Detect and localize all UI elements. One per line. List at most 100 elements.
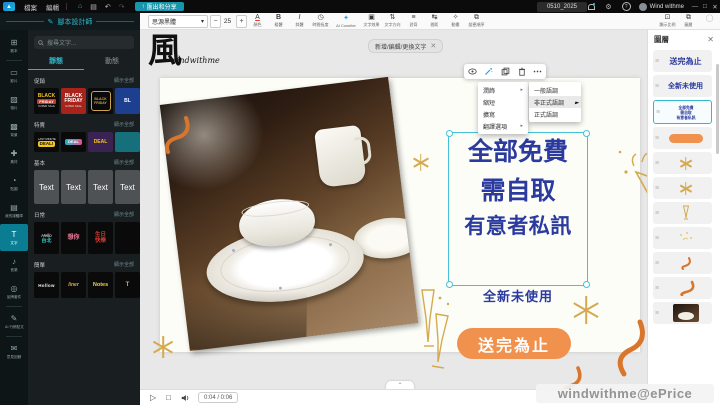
more-options-icon[interactable] xyxy=(533,70,542,73)
text-color-button[interactable]: A顏色 xyxy=(247,13,268,29)
rail-item-elements[interactable]: ✚素材 xyxy=(0,143,28,170)
template-thumb[interactable]: liner xyxy=(61,272,86,298)
template-thumb[interactable]: BLACKFRIDAYSUPER DEAL xyxy=(61,88,86,114)
ribbon-decoration[interactable] xyxy=(600,318,646,378)
show-all-link[interactable]: 顯示全部 xyxy=(114,121,134,129)
drag-handle-icon[interactable]: ≡ xyxy=(655,285,659,292)
text-effect-button[interactable]: ▣文字效果 xyxy=(361,13,382,29)
layer-item-note-text[interactable]: ≡全新未使用 xyxy=(653,75,712,97)
rail-item-stickers[interactable]: ◔貼圖 xyxy=(0,170,28,197)
animation-button[interactable]: ✧動畫 xyxy=(445,13,466,29)
display-ratio-button[interactable]: ⊡顯示比例 xyxy=(657,13,678,29)
rail-item-background[interactable]: ▩背景 xyxy=(0,116,28,143)
rail-item-video[interactable]: ▭影片 xyxy=(0,62,28,89)
drag-handle-icon[interactable]: ≡ xyxy=(656,109,660,116)
duplicate-icon[interactable] xyxy=(501,67,510,76)
layers-scrollbar[interactable] xyxy=(716,64,719,154)
italic-button[interactable]: I斜體 xyxy=(289,13,310,29)
text-direction-button[interactable]: ⇅文字方向 xyxy=(382,13,403,29)
template-thumb[interactable]: LAST MINUTEDEAL! xyxy=(34,132,59,152)
template-thumb[interactable] xyxy=(115,132,140,152)
spacing-button[interactable]: ↹間距 xyxy=(424,13,445,29)
delete-trash-icon[interactable] xyxy=(518,67,526,76)
template-thumb[interactable]: BLACKFRIDAYSUPER SALE xyxy=(34,88,59,114)
resize-handle[interactable] xyxy=(583,281,590,288)
show-all-link[interactable]: 顯示全部 xyxy=(114,159,134,167)
font-size-decrease-button[interactable]: − xyxy=(210,15,221,28)
resize-handle[interactable] xyxy=(583,130,590,137)
font-size-value[interactable]: 25 xyxy=(221,18,234,25)
menu-edit[interactable]: 編輯 xyxy=(46,2,59,12)
duration-button[interactable]: ◷時間長度 xyxy=(310,13,331,29)
document-title[interactable]: 0510_2025 xyxy=(537,2,587,12)
template-thumb[interactable]: Hollow xyxy=(34,272,59,298)
layer-item-pill-shape[interactable]: ≡ xyxy=(653,127,712,149)
close-icon[interactable]: ✕ xyxy=(430,42,436,50)
show-all-link[interactable]: 顯示全部 xyxy=(114,77,134,85)
ai-cowriter-button[interactable]: ✦AI Cowriter xyxy=(331,13,361,29)
bold-button[interactable]: B粗體 xyxy=(268,13,289,29)
drag-handle-icon[interactable]: ≡ xyxy=(655,260,659,267)
tab-animated[interactable]: 動態 xyxy=(84,56,140,70)
settings-gear-icon[interactable]: ⚙ xyxy=(605,3,611,11)
layer-item-sparkle[interactable]: ≡ xyxy=(653,177,712,199)
submenu-item-formal-tone[interactable]: 正式語調 xyxy=(529,108,581,120)
sparkle-decoration[interactable] xyxy=(412,154,429,171)
menu-item-shorten[interactable]: 縮短 xyxy=(478,96,528,108)
template-thumb[interactable]: Hello台北 xyxy=(34,222,59,254)
rail-item-templates[interactable]: ⊞範本 xyxy=(0,32,28,59)
rail-item-photo[interactable]: ▨相片 xyxy=(0,89,28,116)
template-thumb[interactable]: Text xyxy=(88,170,113,204)
menu-item-translate-options[interactable]: 翻譯選項▸ xyxy=(478,120,528,132)
menu-item-expand[interactable]: 擴寫 xyxy=(478,108,528,120)
layer-item-cta-text[interactable]: ≡送完為止 xyxy=(653,50,712,72)
stop-button[interactable]: □ xyxy=(166,393,171,402)
notifications-icon[interactable] xyxy=(588,4,594,10)
drag-handle-icon[interactable]: ≡ xyxy=(655,235,659,242)
champagne-glasses-decoration[interactable] xyxy=(410,284,454,388)
search-input[interactable]: 搜尋文字... xyxy=(34,36,134,49)
app-logo-icon[interactable]: ▲ xyxy=(3,2,15,11)
layer-item-sparkle[interactable]: ≡ xyxy=(653,152,712,174)
sparkle-decoration[interactable] xyxy=(152,336,174,358)
align-button[interactable]: ≡對齊 xyxy=(403,13,424,29)
menu-item-refine[interactable]: 潤飾▸ xyxy=(478,84,528,96)
font-select[interactable]: 思源黑體▾ xyxy=(148,15,208,28)
submenu-item-normal-tone[interactable]: 一般語調 xyxy=(529,84,581,96)
template-thumb[interactable]: 想你 xyxy=(61,222,86,254)
template-thumb[interactable]: Text xyxy=(34,170,59,204)
undo-icon[interactable]: ↶ xyxy=(105,3,111,11)
rail-item-brand-kit[interactable]: ◎品牌套件 xyxy=(0,278,28,305)
template-thumb[interactable]: DEAL xyxy=(88,132,113,152)
layer-item-photo[interactable]: ≡ xyxy=(653,302,712,324)
drag-handle-icon[interactable]: ≡ xyxy=(655,83,659,90)
rail-item-music[interactable]: ♪音樂 xyxy=(0,251,28,278)
redo-icon[interactable]: ↷ xyxy=(119,3,125,11)
menu-file[interactable]: 檔案 xyxy=(24,2,37,12)
show-all-link[interactable]: 顯示全部 xyxy=(114,211,134,219)
template-thumb[interactable]: Notes xyxy=(88,272,113,298)
ai-wand-icon[interactable] xyxy=(484,67,493,76)
rail-item-text[interactable]: T文字 xyxy=(0,224,28,251)
template-thumb[interactable] xyxy=(115,222,140,254)
template-thumb[interactable]: DEAL xyxy=(61,132,86,152)
note-text[interactable]: 全新未使用 xyxy=(460,286,576,305)
submenu-item-informal-tone[interactable]: 非正式語調 xyxy=(529,96,581,108)
template-thumb[interactable]: Text xyxy=(115,170,140,204)
template-thumb[interactable]: T xyxy=(115,272,140,298)
drag-handle-icon[interactable]: ≡ xyxy=(655,58,659,65)
order-button[interactable]: ⧉變更順序 xyxy=(466,13,487,29)
resize-handle[interactable] xyxy=(446,130,453,137)
sparkle-decoration[interactable] xyxy=(572,296,600,324)
window-minimize-button[interactable]: — xyxy=(690,3,700,10)
show-all-link[interactable]: 顯示全部 xyxy=(114,261,134,269)
tab-static[interactable]: 靜態 xyxy=(28,56,84,70)
layer-item-ribbon[interactable]: ≡ xyxy=(653,277,712,299)
layer-item-ribbon-small[interactable]: ≡ xyxy=(653,252,712,274)
layer-item-glass[interactable]: ≡ xyxy=(653,202,712,224)
dishes-photo[interactable] xyxy=(160,77,419,351)
edit-text-hint-chip[interactable]: 新增/編輯/更換文字 ✕ xyxy=(368,39,443,53)
drag-handle-icon[interactable]: ≡ xyxy=(655,185,659,192)
play-button[interactable]: ▷ xyxy=(150,393,156,402)
party-popper-decoration[interactable] xyxy=(612,138,648,214)
